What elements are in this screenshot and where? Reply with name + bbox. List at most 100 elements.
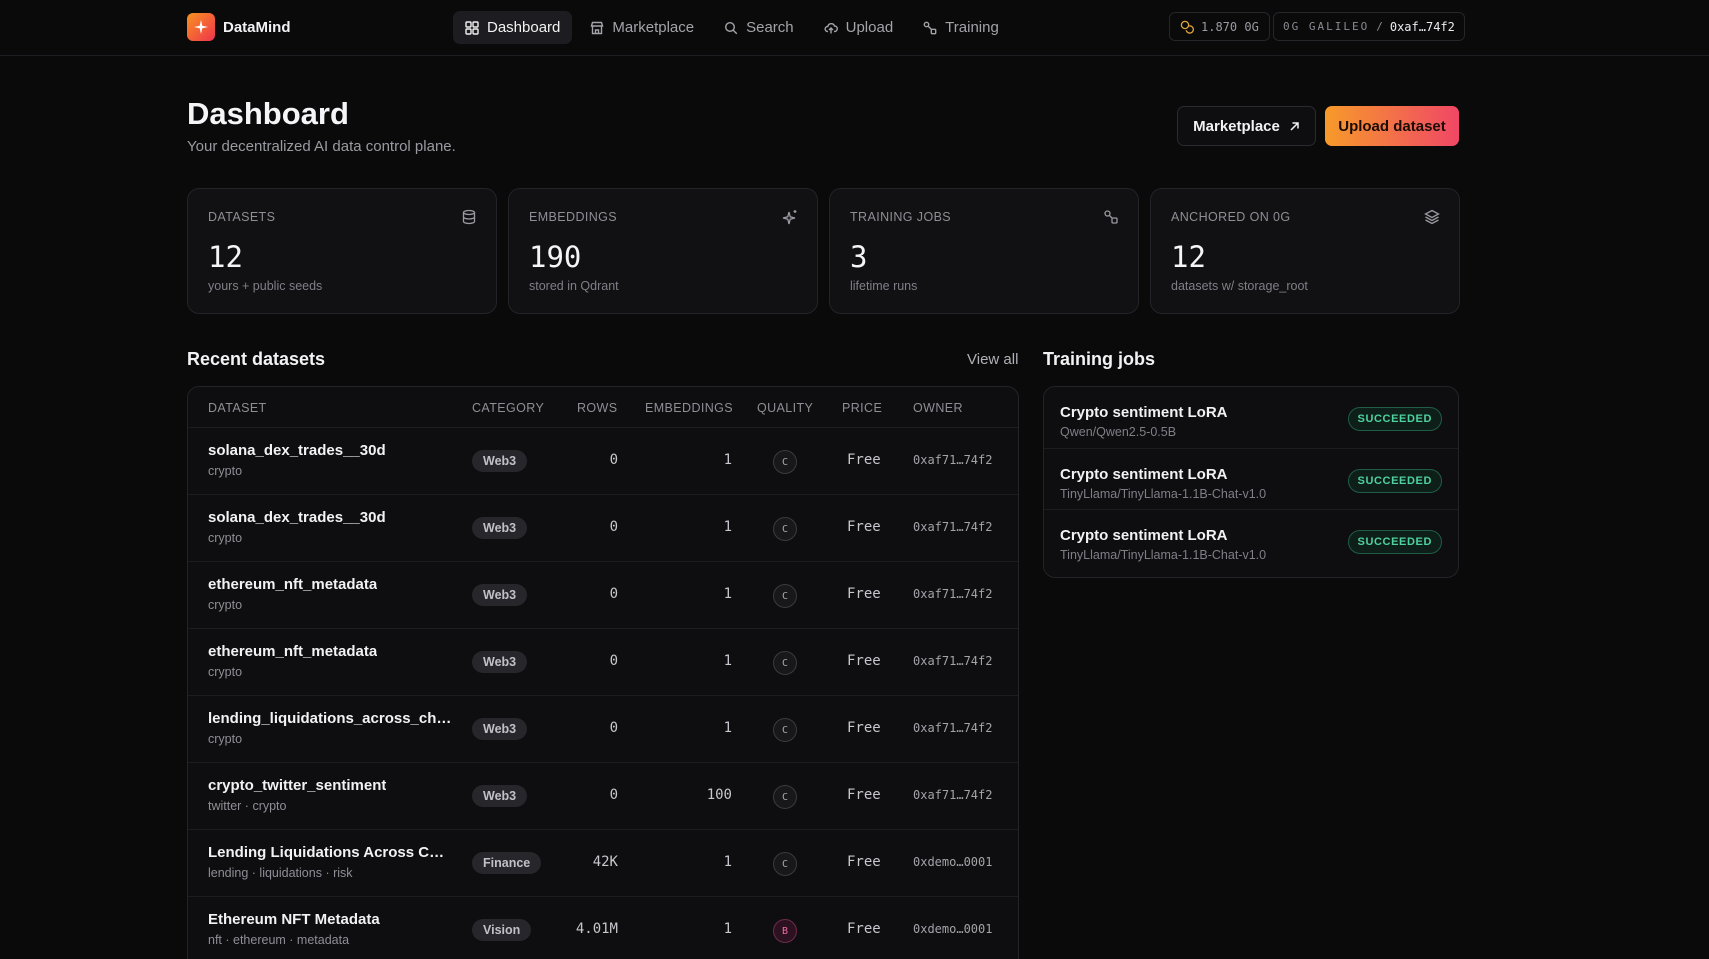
table-row[interactable]: Ethereum NFT Metadata nft · ethereum · m… <box>188 896 1018 959</box>
owner-address: 0xaf71…74f2 <box>913 721 993 735</box>
list-item[interactable]: Crypto sentiment LoRA TinyLlama/TinyLlam… <box>1044 448 1458 509</box>
dataset-name[interactable]: Ethereum NFT Metadata <box>208 911 380 928</box>
quality-badge: C <box>773 785 797 809</box>
dataset-tags: crypto <box>208 531 243 545</box>
stat-label: EMBEDDINGS <box>529 210 618 224</box>
row-count: 0 <box>609 720 618 736</box>
category-badge: Web3 <box>472 584 528 606</box>
nav-label: Training <box>945 19 999 36</box>
training-jobs-list: Crypto sentiment LoRA Qwen/Qwen2.5-0.5B … <box>1043 386 1459 578</box>
search-icon <box>725 21 738 34</box>
category-badge: Web3 <box>472 517 528 539</box>
quality-badge: C <box>773 852 797 876</box>
dataset-tags: nft · ethereum · metadata <box>208 933 350 947</box>
quality-badge: C <box>773 651 797 675</box>
marketplace-button[interactable]: Marketplace <box>1177 106 1316 146</box>
category-badge: Vision <box>472 919 532 941</box>
nav-label: Marketplace <box>612 19 695 36</box>
table-row[interactable]: lending_liquidations_across_chai... cryp… <box>188 695 1018 762</box>
row-count: 0 <box>609 586 618 602</box>
row-count: 0 <box>609 519 618 535</box>
category-badge: Web3 <box>472 718 528 740</box>
dataset-name[interactable]: Lending Liquidations Across Cha... <box>208 844 453 861</box>
nav-training[interactable]: Training <box>911 11 1011 44</box>
nav-dashboard[interactable]: Dashboard <box>453 11 573 44</box>
price: Free <box>847 787 881 803</box>
training-jobs-title: Training jobs <box>1043 349 1156 369</box>
embedding-count: 1 <box>723 854 732 870</box>
job-model: Qwen/Qwen2.5-0.5B <box>1060 425 1177 439</box>
brand-logo-icon <box>187 13 215 41</box>
dataset-name[interactable]: ethereum_nft_metadata <box>208 643 377 660</box>
table-row[interactable]: ethereum_nft_metadata crypto Web3 0 1 C … <box>188 628 1018 695</box>
category-badge: Finance <box>472 852 542 874</box>
category-badge: Web3 <box>472 651 528 673</box>
stat-card-embeddings: EMBEDDINGS 190 stored in Qdrant <box>508 188 818 314</box>
job-model: TinyLlama/TinyLlama-1.1B-Chat-v1.0 <box>1060 548 1267 562</box>
category-badge: Web3 <box>472 450 528 472</box>
table-row[interactable]: crypto_twitter_sentiment twitter · crypt… <box>188 762 1018 829</box>
owner-address: 0xdemo…0001 <box>913 922 993 936</box>
job-name: Crypto sentiment LoRA <box>1060 404 1228 421</box>
dataset-tags: lending · liquidations · risk <box>208 866 353 880</box>
brand[interactable]: DataMind <box>187 13 291 41</box>
nav-label: Upload <box>845 19 894 36</box>
embedding-count: 100 <box>706 787 732 803</box>
job-name: Crypto sentiment LoRA <box>1060 466 1228 483</box>
top-navbar: DataMind Dashboard Marketplace Search Up… <box>0 0 1709 56</box>
grid-icon <box>465 20 479 35</box>
stat-card-datasets: DATASETS 12 yours + public seeds <box>187 188 497 314</box>
list-item[interactable]: Crypto sentiment LoRA Qwen/Qwen2.5-0.5B … <box>1044 387 1458 448</box>
nav-upload[interactable]: Upload <box>812 11 906 44</box>
dataset-name[interactable]: crypto_twitter_sentiment <box>208 777 386 794</box>
row-count: 0 <box>609 452 618 468</box>
network-wallet-chip[interactable]: 0G GALILEO / 0xaf…74f2 <box>1273 12 1465 41</box>
embedding-count: 1 <box>723 586 732 602</box>
wallet-balance[interactable]: 1.870 0G <box>1169 12 1270 41</box>
recent-datasets-title: Recent datasets <box>187 349 326 369</box>
stat-label: ANCHORED ON 0G <box>1171 210 1291 224</box>
table-row[interactable]: Lending Liquidations Across Cha... lendi… <box>188 829 1018 896</box>
upload-dataset-button[interactable]: Upload dataset <box>1325 106 1459 146</box>
table-row[interactable]: ethereum_nft_metadata crypto Web3 0 1 C … <box>188 561 1018 628</box>
nav-marketplace[interactable]: Marketplace <box>578 11 706 44</box>
price: Free <box>847 921 881 937</box>
upload-cloud-icon <box>824 22 838 33</box>
store-icon <box>590 21 604 34</box>
embedding-count: 1 <box>723 653 732 669</box>
price: Free <box>847 519 881 535</box>
quality-badge: C <box>773 718 797 742</box>
dataset-name[interactable]: solana_dex_trades__30d <box>208 509 386 526</box>
owner-address: 0xaf71…74f2 <box>913 788 993 802</box>
network-name: 0G GALILEO <box>1283 20 1370 33</box>
column-header: ROWS <box>577 401 618 415</box>
database-icon <box>462 209 476 225</box>
view-all-link[interactable]: View all <box>967 351 1018 368</box>
dataset-name[interactable]: solana_dex_trades__30d <box>208 442 386 459</box>
arrow-up-right-icon <box>1290 121 1299 131</box>
nav-search[interactable]: Search <box>712 11 806 44</box>
owner-address: 0xaf71…74f2 <box>913 453 993 467</box>
dataset-name[interactable]: lending_liquidations_across_chai... <box>208 710 453 727</box>
price: Free <box>847 653 881 669</box>
column-header: PRICE <box>842 401 883 415</box>
owner-address: 0xaf71…74f2 <box>913 520 993 534</box>
table-row[interactable]: solana_dex_trades__30d crypto Web3 0 1 C… <box>188 427 1018 494</box>
brand-name: DataMind <box>223 18 291 36</box>
owner-address: 0xaf71…74f2 <box>913 587 993 601</box>
quality-badge: C <box>773 584 797 608</box>
wallet-address: 0xaf…74f2 <box>1389 19 1455 34</box>
table-row[interactable]: solana_dex_trades__30d crypto Web3 0 1 C… <box>188 494 1018 561</box>
stat-label: DATASETS <box>208 210 276 224</box>
page-subtitle: Your decentralized AI data control plane… <box>187 138 456 155</box>
stat-sub: yours + public seeds <box>208 279 323 293</box>
price: Free <box>847 586 881 602</box>
stat-sub: lifetime runs <box>850 279 918 293</box>
list-item[interactable]: Crypto sentiment LoRA TinyLlama/TinyLlam… <box>1044 509 1458 570</box>
job-name: Crypto sentiment LoRA <box>1060 527 1228 544</box>
stat-card-anchored: ANCHORED ON 0G 12 datasets w/ storage_ro… <box>1150 188 1460 314</box>
column-header: CATEGORY <box>472 401 545 415</box>
column-header: OWNER <box>913 401 963 415</box>
stat-value: 12 <box>208 240 243 274</box>
dataset-name[interactable]: ethereum_nft_metadata <box>208 576 377 593</box>
